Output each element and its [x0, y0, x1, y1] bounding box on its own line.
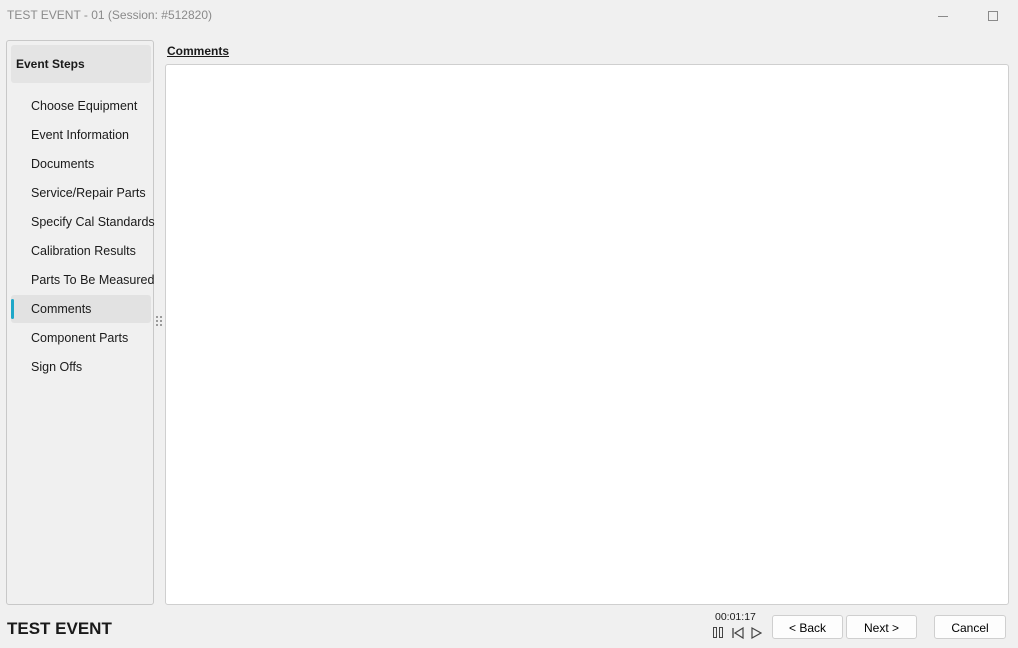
skip-back-icon[interactable] — [731, 626, 745, 640]
minimize-button[interactable] — [932, 6, 954, 26]
drag-handle-icon[interactable] — [156, 316, 163, 330]
step-comments[interactable]: Comments — [11, 295, 151, 323]
title-bar: TEST EVENT - 01 (Session: #512820) — [0, 0, 1018, 32]
back-button[interactable]: < Back — [772, 615, 843, 639]
comments-textarea[interactable] — [165, 64, 1009, 605]
step-choose-equipment[interactable]: Choose Equipment — [11, 92, 151, 120]
step-parts-to-be-measured[interactable]: Parts To Be Measured — [11, 266, 154, 294]
maximize-button[interactable] — [982, 6, 1004, 26]
step-documents[interactable]: Documents — [11, 150, 151, 178]
minimize-icon — [938, 15, 948, 17]
step-sign-offs[interactable]: Sign Offs — [11, 353, 151, 381]
maximize-icon — [988, 11, 998, 21]
session-timer: 00:01:17 — [715, 611, 756, 623]
cancel-button[interactable]: Cancel — [934, 615, 1006, 639]
next-button[interactable]: Next > — [846, 615, 917, 639]
step-event-information[interactable]: Event Information — [11, 121, 151, 149]
event-steps-panel: Event Steps Choose Equipment Event Infor… — [6, 40, 155, 605]
event-title: TEST EVENT — [7, 619, 112, 638]
step-component-parts[interactable]: Component Parts — [11, 324, 151, 352]
comments-section-label: Comments — [167, 44, 230, 58]
step-service-repair-parts[interactable]: Service/Repair Parts — [11, 179, 151, 207]
pause-icon[interactable] — [712, 626, 726, 640]
step-specify-cal-standards[interactable]: Specify Cal Standards — [11, 208, 155, 236]
window-title: TEST EVENT - 01 (Session: #512820) — [7, 8, 212, 22]
event-steps-header: Event Steps — [11, 45, 151, 83]
step-calibration-results[interactable]: Calibration Results — [11, 237, 151, 265]
play-icon[interactable] — [750, 626, 763, 640]
